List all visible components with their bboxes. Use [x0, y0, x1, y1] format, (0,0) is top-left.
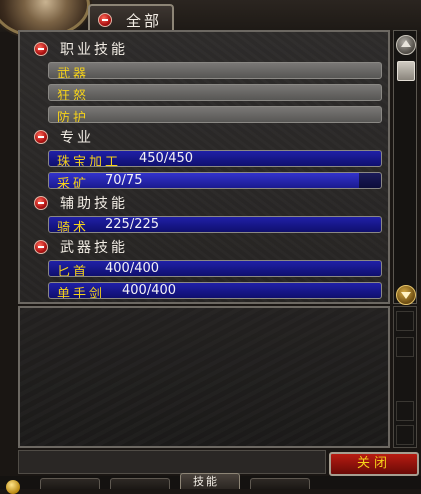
skill-bar[interactable]: 珠宝加工 450/450: [48, 150, 382, 167]
skill-group-title: 辅助技能: [60, 196, 128, 212]
skill-bar[interactable]: 单手剑 400/400: [48, 282, 382, 299]
bottom-tab-4[interactable]: [250, 478, 310, 489]
close-button[interactable]: 关闭: [329, 452, 419, 476]
skill-group-title: 职业技能: [60, 42, 128, 58]
gold-orb-icon: [6, 480, 20, 494]
collapse-icon[interactable]: [34, 196, 48, 210]
skill-row[interactable]: 骑术 225/225: [20, 214, 392, 236]
skill-bar[interactable]: 采矿 70/75: [48, 172, 382, 189]
skill-name: 武器: [57, 67, 90, 79]
skill-bar[interactable]: 骑术 225/225: [48, 216, 382, 233]
status-strip: [18, 450, 326, 474]
detail-scroll-up[interactable]: [396, 311, 414, 331]
detail-scroll-down[interactable]: [396, 425, 414, 445]
skill-progress-fill: [49, 173, 359, 188]
skill-row[interactable]: 采矿 70/75: [20, 170, 392, 192]
skill-row[interactable]: 单手剑 400/400: [20, 280, 392, 302]
skill-bar[interactable]: 狂怒: [48, 84, 382, 101]
skill-value: 400/400: [122, 283, 177, 298]
skill-row[interactable]: 珠宝加工 450/450: [20, 148, 392, 170]
skill-value: 400/400: [105, 261, 160, 276]
skill-row[interactable]: 狂怒: [20, 82, 392, 104]
skill-name: 骑术: [57, 221, 90, 233]
collapse-icon[interactable]: [34, 130, 48, 144]
skill-row[interactable]: 防护: [20, 104, 392, 126]
skill-value: 450/450: [139, 151, 194, 166]
skill-name: 珠宝加工: [57, 155, 122, 167]
detail-scrollbar[interactable]: [393, 306, 417, 448]
skill-list: 职业技能武器狂怒防护专业珠宝加工 450/450 采矿 70/75 辅助技能骑术 225/…: [18, 30, 390, 304]
skill-group-header[interactable]: 专业: [20, 126, 392, 148]
tab-all-label: 全部: [126, 12, 163, 30]
detail-scroll-track[interactable]: [396, 337, 414, 357]
skill-row[interactable]: 匕首 400/400: [20, 258, 392, 280]
bottom-tab-skills[interactable]: 技能: [180, 473, 240, 489]
collapse-icon[interactable]: [34, 42, 48, 56]
bottom-tab-1[interactable]: [40, 478, 100, 489]
bottom-tab-skills-label: 技能: [193, 475, 219, 488]
skill-group-title: 专业: [60, 130, 94, 146]
skill-value: 70/75: [105, 173, 143, 188]
skill-name: 狂怒: [57, 89, 90, 101]
skill-group-header[interactable]: 职业技能: [20, 38, 392, 60]
skill-bar[interactable]: 匕首 400/400: [48, 260, 382, 277]
skill-name: 匕首: [57, 265, 90, 277]
skill-list-scrollbar[interactable]: [393, 30, 417, 305]
skill-detail-panel: [18, 306, 390, 448]
skill-bar[interactable]: 防护: [48, 106, 382, 123]
collapse-all-icon[interactable]: [98, 13, 112, 27]
detail-scroll-track-lower[interactable]: [396, 401, 414, 421]
skill-group-header[interactable]: 辅助技能: [20, 192, 392, 214]
bottom-tab-2[interactable]: [110, 478, 170, 489]
skill-name: 防护: [57, 111, 90, 123]
scroll-down-button[interactable]: [396, 285, 416, 305]
skill-row[interactable]: 武器: [20, 60, 392, 82]
skill-name: 单手剑: [57, 287, 106, 299]
skill-bar[interactable]: 武器: [48, 62, 382, 79]
skill-group-header[interactable]: 武器技能: [20, 236, 392, 258]
skill-value: 225/225: [105, 217, 160, 232]
skill-group-title: 武器技能: [60, 240, 128, 256]
scroll-up-button[interactable]: [396, 35, 416, 55]
collapse-icon[interactable]: [34, 240, 48, 254]
scroll-thumb[interactable]: [397, 61, 415, 81]
skill-name: 采矿: [57, 177, 90, 189]
